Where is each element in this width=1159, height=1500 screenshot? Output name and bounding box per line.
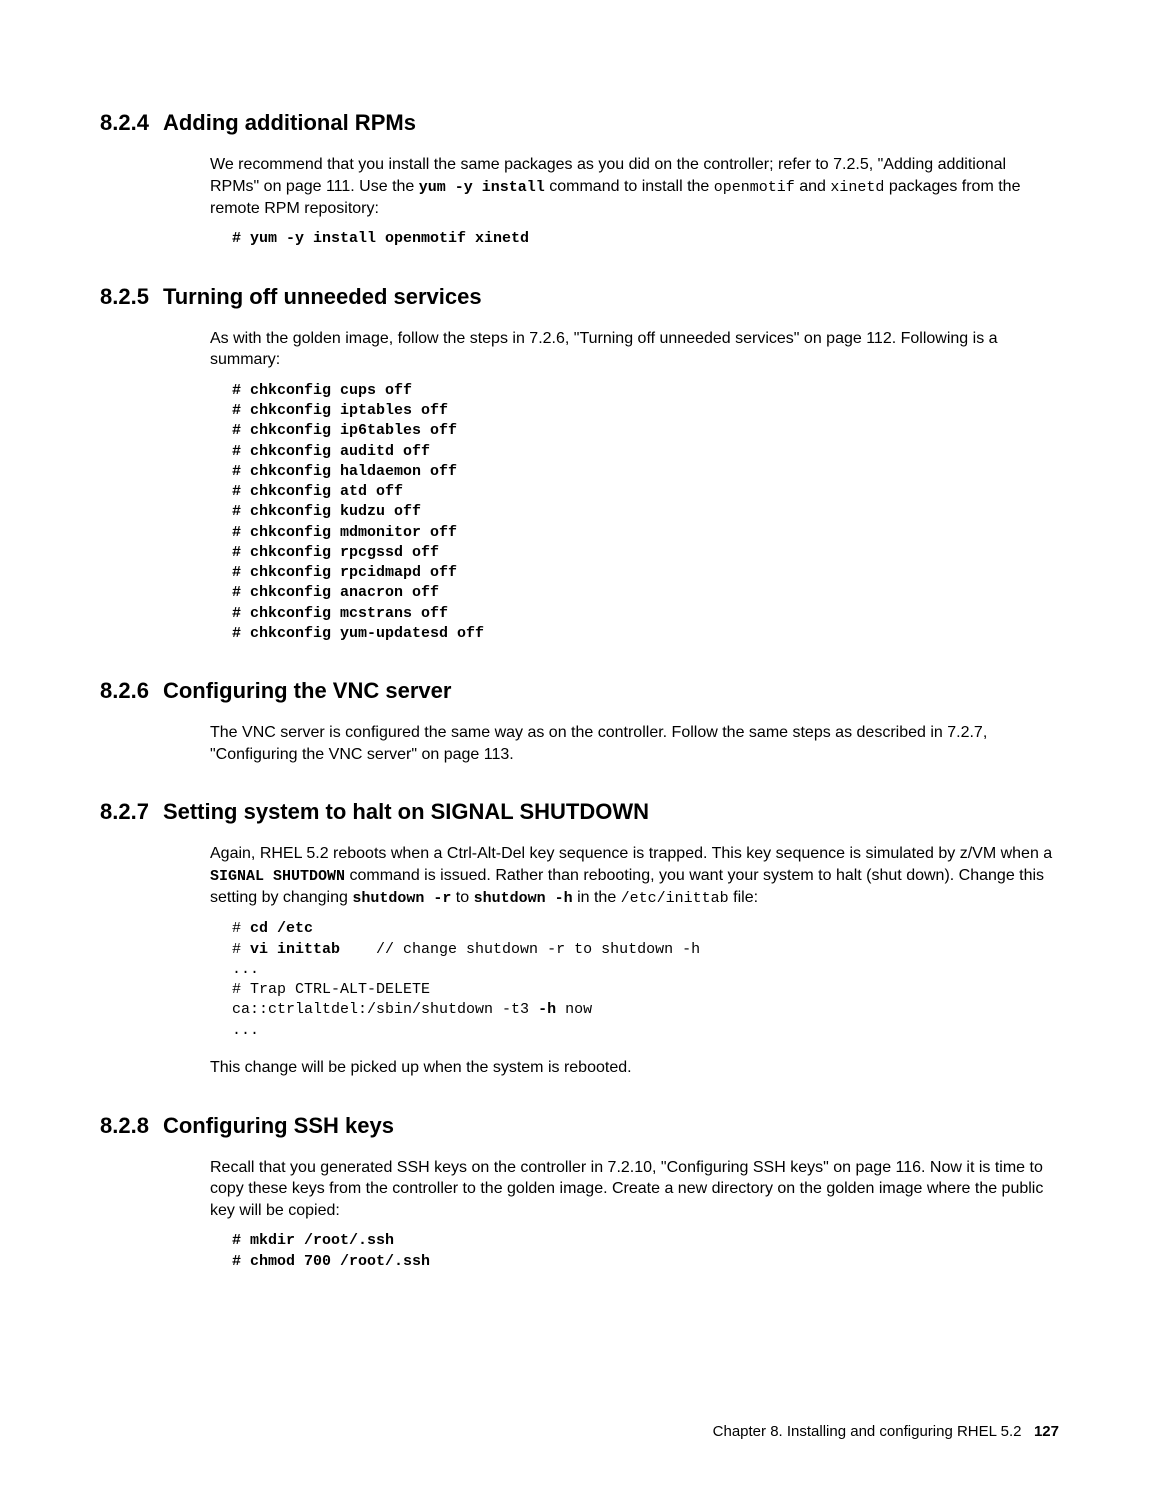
inline-code: openmotif — [714, 179, 795, 196]
para: Recall that you generated SSH keys on th… — [210, 1157, 1059, 1222]
code-block: # chkconfig cups off # chkconfig iptable… — [232, 381, 1059, 644]
page-number: 127 — [1034, 1423, 1059, 1440]
footer-chapter: Chapter 8. Installing and configuring RH… — [713, 1423, 1022, 1440]
heading-826: 8.2.6Configuring the VNC server — [100, 678, 1059, 704]
body-827: Again, RHEL 5.2 reboots when a Ctrl-Alt-… — [210, 843, 1059, 1078]
body-825: As with the golden image, follow the ste… — [210, 328, 1059, 644]
body-826: The VNC server is configured the same wa… — [210, 722, 1059, 765]
inline-code: SIGNAL SHUTDOWN — [210, 868, 345, 885]
page-footer: Chapter 8. Installing and configuring RH… — [713, 1423, 1059, 1440]
para: As with the golden image, follow the ste… — [210, 328, 1059, 371]
inline-code: shutdown -r — [352, 890, 451, 907]
code-block: # mkdir /root/.ssh # chmod 700 /root/.ss… — [232, 1231, 1059, 1272]
inline-code: xinetd — [830, 179, 884, 196]
code-block: # yum -y install openmotif xinetd — [232, 229, 1059, 249]
body-828: Recall that you generated SSH keys on th… — [210, 1157, 1059, 1272]
para: The VNC server is configured the same wa… — [210, 722, 1059, 765]
inline-code: /etc/inittab — [621, 890, 729, 907]
inline-code: shutdown -h — [474, 890, 573, 907]
heading-827: 8.2.7Setting system to halt on SIGNAL SH… — [100, 799, 1059, 825]
page: 8.2.4Adding additional RPMs We recommend… — [0, 0, 1159, 1500]
heading-828: 8.2.8Configuring SSH keys — [100, 1113, 1059, 1139]
inline-code: yum -y install — [419, 179, 545, 196]
para: Again, RHEL 5.2 reboots when a Ctrl-Alt-… — [210, 843, 1059, 909]
para: This change will be picked up when the s… — [210, 1057, 1059, 1079]
heading-824: 8.2.4Adding additional RPMs — [100, 110, 1059, 136]
heading-825: 8.2.5Turning off unneeded services — [100, 284, 1059, 310]
body-824: We recommend that you install the same p… — [210, 154, 1059, 250]
para: We recommend that you install the same p… — [210, 154, 1059, 219]
code-block: # cd /etc # vi inittab // change shutdow… — [232, 919, 1059, 1041]
